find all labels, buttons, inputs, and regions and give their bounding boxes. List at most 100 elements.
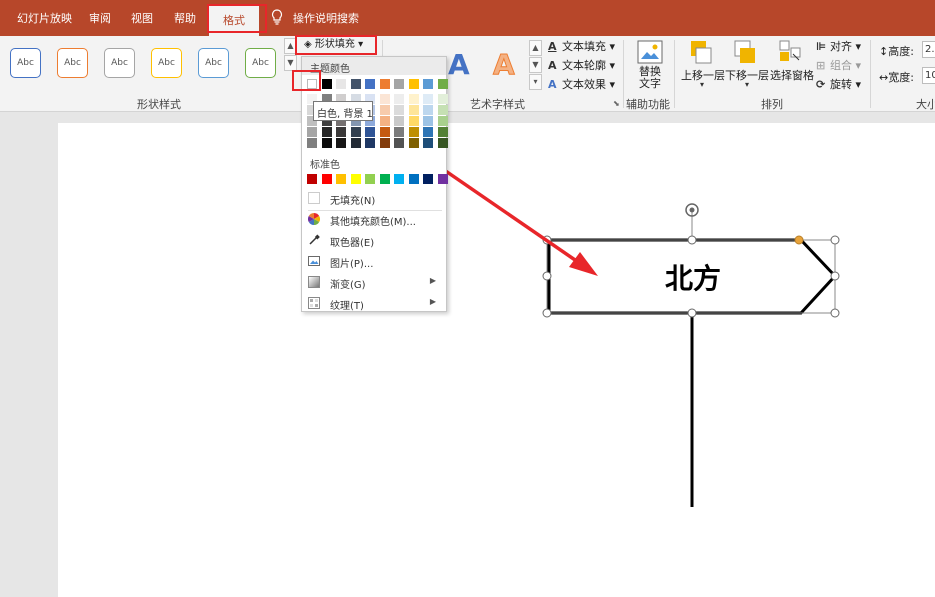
theme-shade-swatch[interactable] <box>321 138 332 148</box>
theme-shade-swatch[interactable] <box>437 94 448 104</box>
text-fill-button[interactable]: A 文本填充 ▾ <box>548 38 615 54</box>
theme-shade-swatch[interactable] <box>394 105 404 115</box>
tell-me-search[interactable]: 操作说明搜索 <box>293 10 359 26</box>
theme-shade-swatch[interactable] <box>365 138 375 148</box>
standard-color-swatch[interactable] <box>321 174 332 184</box>
theme-shade-swatch[interactable] <box>408 116 419 126</box>
theme-shade-swatch[interactable] <box>437 127 448 137</box>
align-button[interactable]: ⊫ 对齐 ▾ <box>816 38 861 54</box>
theme-shade-swatch[interactable] <box>336 138 346 148</box>
theme-shade-swatch[interactable] <box>423 94 433 104</box>
standard-color-swatch[interactable] <box>365 174 375 184</box>
wordart-orange[interactable]: A <box>493 48 516 82</box>
shape-style-6[interactable]: Abc <box>245 48 276 78</box>
theme-shade-swatch[interactable] <box>307 138 317 148</box>
tab-review[interactable]: 审阅 <box>89 10 111 26</box>
theme-color-swatch[interactable] <box>408 79 419 89</box>
wordart-blue[interactable]: A <box>448 48 470 81</box>
theme-shade-swatch[interactable] <box>408 94 419 104</box>
theme-shade-swatch[interactable] <box>394 138 404 148</box>
standard-color-swatch[interactable] <box>379 174 390 184</box>
theme-shade-swatch[interactable] <box>423 138 433 148</box>
theme-color-swatch[interactable] <box>321 79 332 89</box>
theme-shade-swatch[interactable] <box>408 105 419 115</box>
no-fill-item[interactable]: 无填充(N) <box>302 188 446 208</box>
theme-shade-swatch[interactable] <box>307 127 317 137</box>
standard-color-swatch[interactable] <box>408 174 419 184</box>
shape-style-1[interactable]: Abc <box>10 48 41 78</box>
theme-color-swatch[interactable] <box>379 79 390 89</box>
text-outline-button[interactable]: A 文本轮廓 ▾ <box>548 57 615 73</box>
theme-shade-swatch[interactable] <box>379 116 390 126</box>
theme-shade-swatch[interactable] <box>379 138 390 148</box>
rotate-button[interactable]: ⟳ 旋转 ▾ <box>816 76 861 92</box>
chevron-down-icon[interactable]: ▾ <box>745 80 749 89</box>
theme-shade-swatch[interactable] <box>321 127 332 137</box>
theme-color-swatch[interactable] <box>437 79 448 89</box>
dialog-launcher-icon[interactable]: ⬊ <box>613 99 620 108</box>
theme-shade-swatch[interactable] <box>423 116 433 126</box>
sign-graphic[interactable] <box>58 123 935 597</box>
tab-help[interactable]: 帮助 <box>174 10 196 26</box>
tab-view[interactable]: 视图 <box>131 10 153 26</box>
standard-color-swatch[interactable] <box>423 174 433 184</box>
theme-shade-swatch[interactable] <box>350 127 361 137</box>
theme-shade-swatch[interactable] <box>437 116 448 126</box>
selection-pane-button[interactable]: 选择窗格 <box>770 67 814 83</box>
wordart-scroll[interactable]: ▲ ▼ ▾ <box>529 40 542 91</box>
more-icon[interactable]: ▾ <box>529 74 542 90</box>
theme-shade-swatch[interactable] <box>394 116 404 126</box>
group-button[interactable]: ⊞ 组合 ▾ <box>816 57 861 73</box>
width-input[interactable]: 10 <box>922 67 935 84</box>
theme-shade-swatch[interactable] <box>423 105 433 115</box>
theme-shade-swatch[interactable] <box>423 127 433 137</box>
standard-color-swatch[interactable] <box>307 174 317 184</box>
theme-color-swatch[interactable] <box>350 79 361 89</box>
sign-text[interactable]: 北方 <box>647 257 739 297</box>
standard-color-swatch[interactable] <box>437 174 448 184</box>
theme-shade-swatch[interactable] <box>350 138 361 148</box>
scroll-down-icon[interactable]: ▼ <box>529 57 542 73</box>
theme-shade-swatch[interactable] <box>408 127 419 137</box>
theme-shade-swatch[interactable] <box>437 105 448 115</box>
alt-text-icon[interactable] <box>637 40 663 67</box>
theme-shade-swatch[interactable] <box>437 138 448 148</box>
theme-shade-swatch[interactable] <box>394 94 404 104</box>
selection-pane-icon[interactable] <box>779 40 801 67</box>
gradient-item[interactable]: 渐变(G) ▶ <box>302 272 446 292</box>
slide[interactable]: 北方 <box>58 123 935 597</box>
alt-text-button[interactable]: 替换 文字 <box>637 66 663 90</box>
theme-shade-swatch[interactable] <box>408 138 419 148</box>
theme-shade-swatch[interactable] <box>379 94 390 104</box>
height-input[interactable]: 2. <box>922 41 935 58</box>
tab-slideshow[interactable]: 幻灯片放映 <box>17 10 72 26</box>
text-effects-button[interactable]: A 文本效果 ▾ <box>548 76 615 92</box>
shape-style-3[interactable]: Abc <box>104 48 135 78</box>
theme-shade-swatch[interactable] <box>379 105 390 115</box>
chevron-down-icon[interactable]: ▾ <box>700 80 704 89</box>
theme-shade-swatch[interactable] <box>336 127 346 137</box>
theme-color-swatch[interactable] <box>394 79 404 89</box>
theme-color-swatch[interactable] <box>423 79 433 89</box>
theme-color-swatch[interactable] <box>336 79 346 89</box>
texture-item[interactable]: 纹理(T) ▶ <box>302 293 446 313</box>
theme-shade-swatch[interactable] <box>365 127 375 137</box>
canvas-area: 北方 <box>0 113 935 597</box>
standard-color-swatch[interactable] <box>336 174 346 184</box>
scroll-down-icon[interactable]: ▼ <box>284 55 297 71</box>
eyedropper-item[interactable]: 取色器(E) <box>302 230 446 250</box>
theme-color-swatch[interactable] <box>365 79 375 89</box>
shape-style-5[interactable]: Abc <box>198 48 229 78</box>
submenu-arrow-icon: ▶ <box>429 297 436 306</box>
picture-item[interactable]: 图片(P)... <box>302 251 446 271</box>
shape-style-4[interactable]: Abc <box>151 48 182 78</box>
scroll-up-icon[interactable]: ▲ <box>529 40 542 56</box>
send-backward-icon[interactable] <box>734 40 756 67</box>
shape-style-2[interactable]: Abc <box>57 48 88 78</box>
theme-shade-swatch[interactable] <box>394 127 404 137</box>
theme-shade-swatch[interactable] <box>379 127 390 137</box>
standard-color-swatch[interactable] <box>350 174 361 184</box>
bring-forward-icon[interactable] <box>690 40 712 67</box>
standard-color-swatch[interactable] <box>394 174 404 184</box>
more-colors-item[interactable]: 其他填充颜色(M)... <box>302 209 446 229</box>
